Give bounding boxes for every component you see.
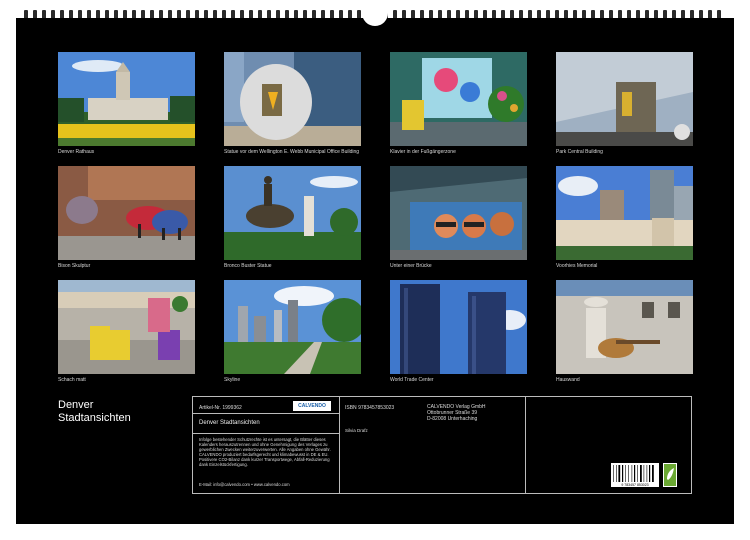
barcode-text: 9 783457 853023 <box>611 483 659 487</box>
imprint-middle-column: ISBN 9783457853023 CALVENDO Verlag GmbH … <box>339 397 526 493</box>
photo-caption: Hauswand <box>556 377 580 383</box>
photo-unter-einer-bruecke <box>390 166 527 260</box>
photo-klavier-fussgaengerzone <box>390 52 527 146</box>
photo-caption: Klavier in der Fußgängerzone <box>390 149 456 155</box>
photo-caption: World Trade Center <box>390 377 434 383</box>
calendar-title-line1: Denver <box>58 399 94 411</box>
photo-caption: Voorhies Memorial <box>556 263 598 269</box>
photo-denver-rathaus <box>58 52 195 146</box>
calendar-title: Denver Stadtansichten <box>58 399 131 425</box>
photo-skyline <box>224 280 361 374</box>
photo-statue-webb-building <box>224 52 361 146</box>
article-number: Artikel-Nr. 1999362 <box>199 405 242 411</box>
article-label: Artikel-Nr. <box>199 405 221 411</box>
isbn-barcode: 9 783457 853023 <box>611 463 659 487</box>
photo-park-central-building <box>556 52 693 146</box>
photo-schach-matt <box>58 280 195 374</box>
calendar-title-line2: Stadtansichten <box>58 412 131 424</box>
imprint-divider <box>193 433 339 434</box>
photo-bronco-buster-statue <box>224 166 361 260</box>
eco-badge-icon <box>663 463 677 487</box>
photo-world-trade-center <box>390 280 527 374</box>
photo-hauswand <box>556 280 693 374</box>
calendar-sheet: Denver Rathaus Statue vor dem Wellington… <box>16 18 734 524</box>
contact-line: E-Mail: info@calvendo.com • www.calvendo… <box>199 482 290 487</box>
legal-notice: Infolge bestehender Schutzrechte ist es … <box>199 437 331 467</box>
publisher-address: CALVENDO Verlag GmbH Ottobrunner Straße … <box>427 404 486 422</box>
isbn-label: ISBN <box>345 405 357 411</box>
photo-bison-skulptur <box>58 166 195 260</box>
calvendo-logo: CALVENDO <box>293 401 331 411</box>
product-title: Denver Stadtansichten <box>199 420 260 426</box>
imprint-left-column: Artikel-Nr. 1999362 CALVENDO Denver Stad… <box>193 397 340 493</box>
photo-caption: Bison Skulptur <box>58 263 91 269</box>
article-value: 1999362 <box>222 405 242 411</box>
photo-caption: Unter einer Brücke <box>390 263 432 269</box>
photo-caption: Bronco Buster Statue <box>224 263 272 269</box>
isbn-value: 9783457853023 <box>358 405 395 411</box>
imprint-divider <box>193 413 339 414</box>
photo-caption: Schach matt <box>58 377 86 383</box>
imprint-box: Artikel-Nr. 1999362 CALVENDO Denver Stad… <box>192 396 692 494</box>
isbn: ISBN 9783457853023 <box>345 405 394 411</box>
photo-caption: Statue vor dem Wellington E. Webb Munici… <box>224 149 360 155</box>
publisher-city: D-82008 Unterhaching <box>427 416 478 422</box>
author-name: Silvia Drafz <box>345 428 368 433</box>
photo-caption: Park Central Building <box>556 149 603 155</box>
photo-caption: Denver Rathaus <box>58 149 95 155</box>
photo-caption: Skyline <box>224 377 241 383</box>
photo-voorhies-memorial <box>556 166 693 260</box>
